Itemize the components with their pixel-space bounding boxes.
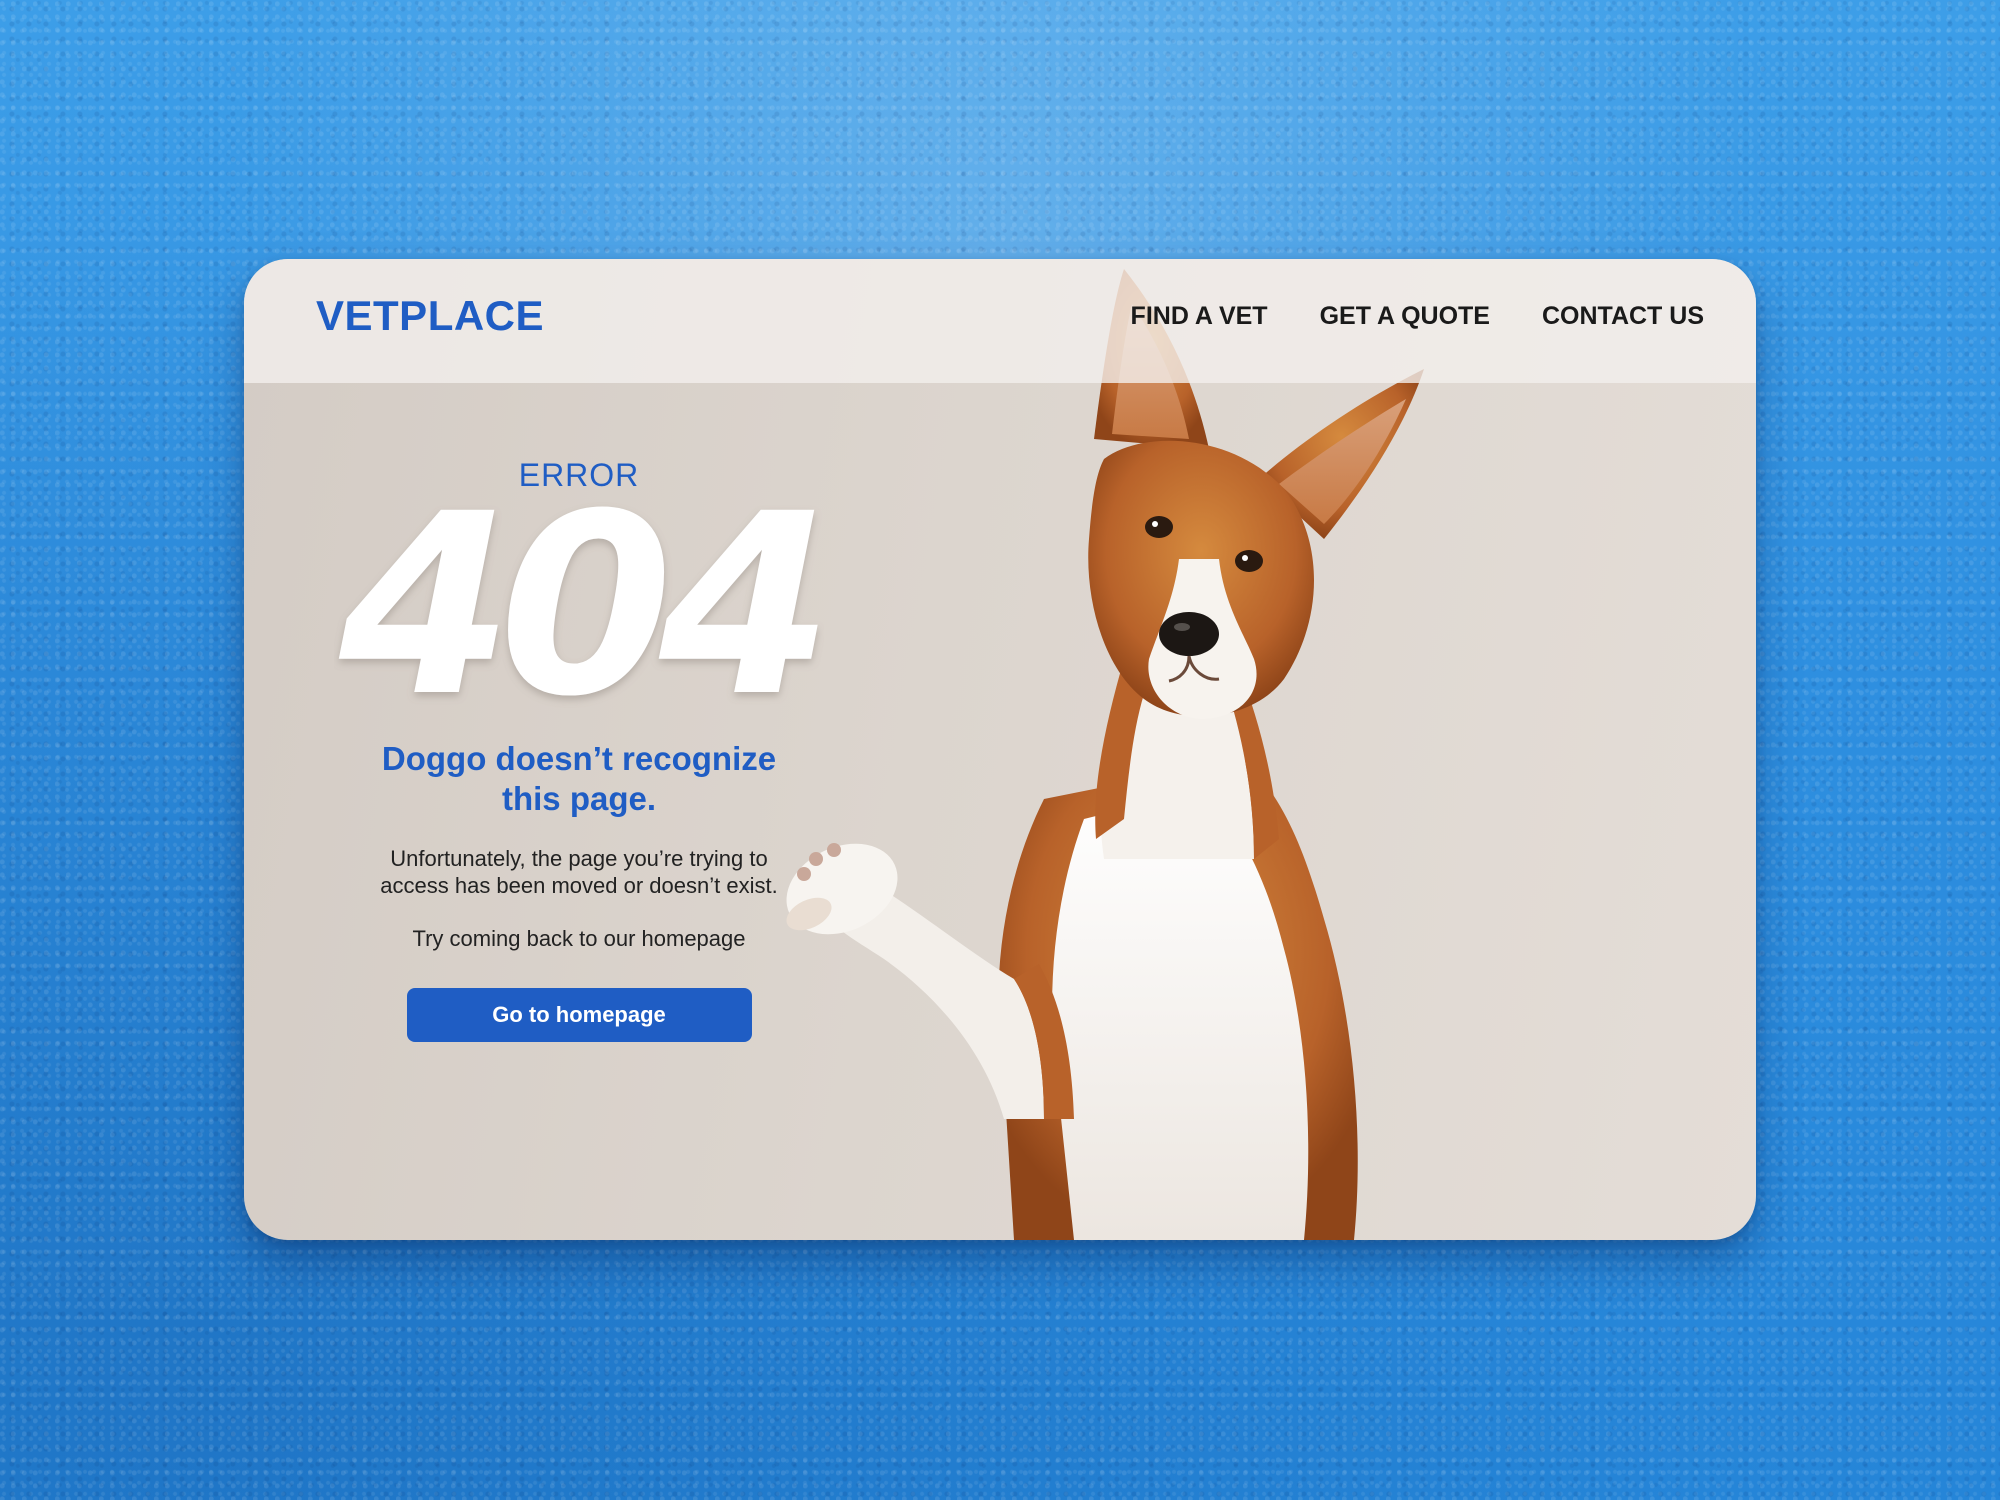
error-headline: Doggo doesn’t recognize this page.: [381, 740, 777, 817]
top-nav: VETPLACE FIND A VET GET A QUOTE CONTACT …: [244, 259, 1756, 383]
error-label: ERROR: [518, 457, 640, 493]
nav-contact-us[interactable]: CONTACT US: [1542, 304, 1704, 329]
error-code: 404: [338, 497, 819, 717]
nav-find-a-vet[interactable]: FIND A VET: [1131, 304, 1268, 329]
page-card: VETPLACE FIND A VET GET A QUOTE CONTACT …: [244, 259, 1756, 1240]
nav-links: FIND A VET GET A QUOTE CONTACT US: [1131, 304, 1704, 329]
error-content: ERROR 404 Doggo doesn’t recognize this p…: [334, 457, 824, 1043]
error-message: Unfortunately, the page you’re trying to…: [380, 846, 778, 899]
error-hint: Try coming back to our homepage: [412, 925, 746, 951]
error-code-graphic: 404: [338, 497, 824, 717]
go-to-homepage-button[interactable]: Go to homepage: [406, 988, 752, 1043]
brand-logo[interactable]: VETPLACE: [316, 295, 544, 337]
nav-get-a-quote[interactable]: GET A QUOTE: [1320, 304, 1490, 329]
